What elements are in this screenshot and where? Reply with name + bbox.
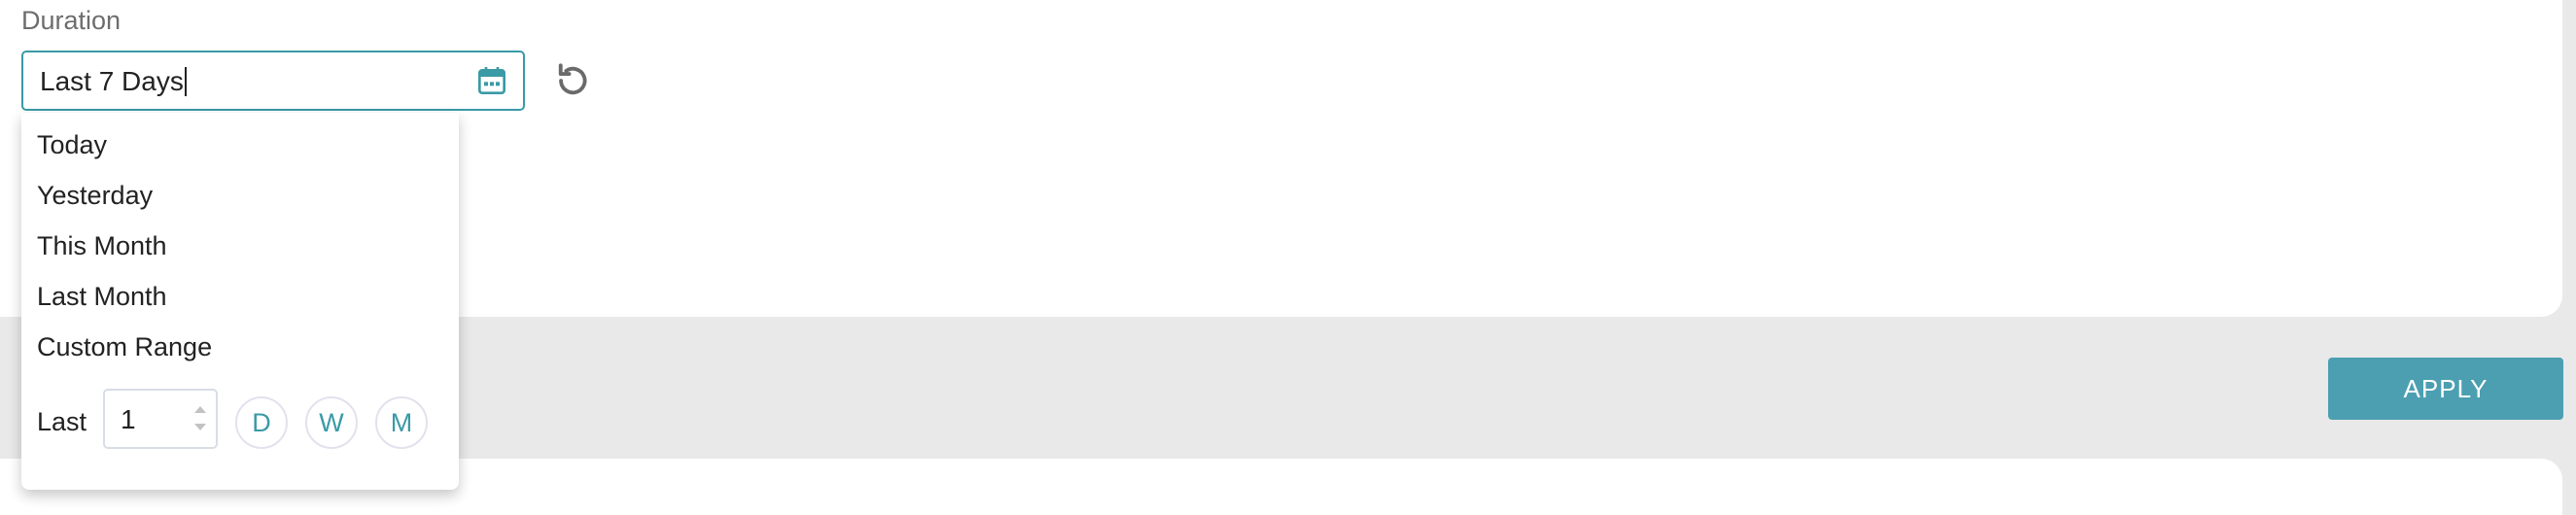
calendar-icon[interactable] <box>476 65 507 96</box>
last-count-value: 1 <box>121 404 136 434</box>
duration-input[interactable]: Last 7 Days <box>21 51 525 111</box>
stepper-up-icon[interactable] <box>194 406 206 413</box>
option-this-month[interactable]: This Month <box>37 231 167 261</box>
option-today[interactable]: Today <box>37 130 107 160</box>
duration-value-text: Last 7 Days <box>40 66 184 96</box>
reset-icon[interactable] <box>552 58 593 99</box>
apply-button[interactable]: APPLY <box>2328 358 2563 420</box>
duration-value: Last 7 Days <box>40 66 187 97</box>
unit-month-button[interactable]: M <box>375 396 428 449</box>
last-count-stepper[interactable]: 1 <box>103 389 218 449</box>
option-last-month[interactable]: Last Month <box>37 282 167 312</box>
stage: Duration Last 7 Days Today Yesterday Thi… <box>0 0 2576 515</box>
unit-day-button[interactable]: D <box>235 396 288 449</box>
stepper-down-icon[interactable] <box>194 424 206 430</box>
last-label: Last <box>37 407 87 436</box>
unit-week-button[interactable]: W <box>305 396 358 449</box>
duration-dropdown: Today Yesterday This Month Last Month Cu… <box>21 113 459 490</box>
text-caret <box>184 67 187 96</box>
option-yesterday[interactable]: Yesterday <box>37 181 153 211</box>
duration-label: Duration <box>21 6 122 35</box>
option-custom-range[interactable]: Custom Range <box>37 332 212 362</box>
